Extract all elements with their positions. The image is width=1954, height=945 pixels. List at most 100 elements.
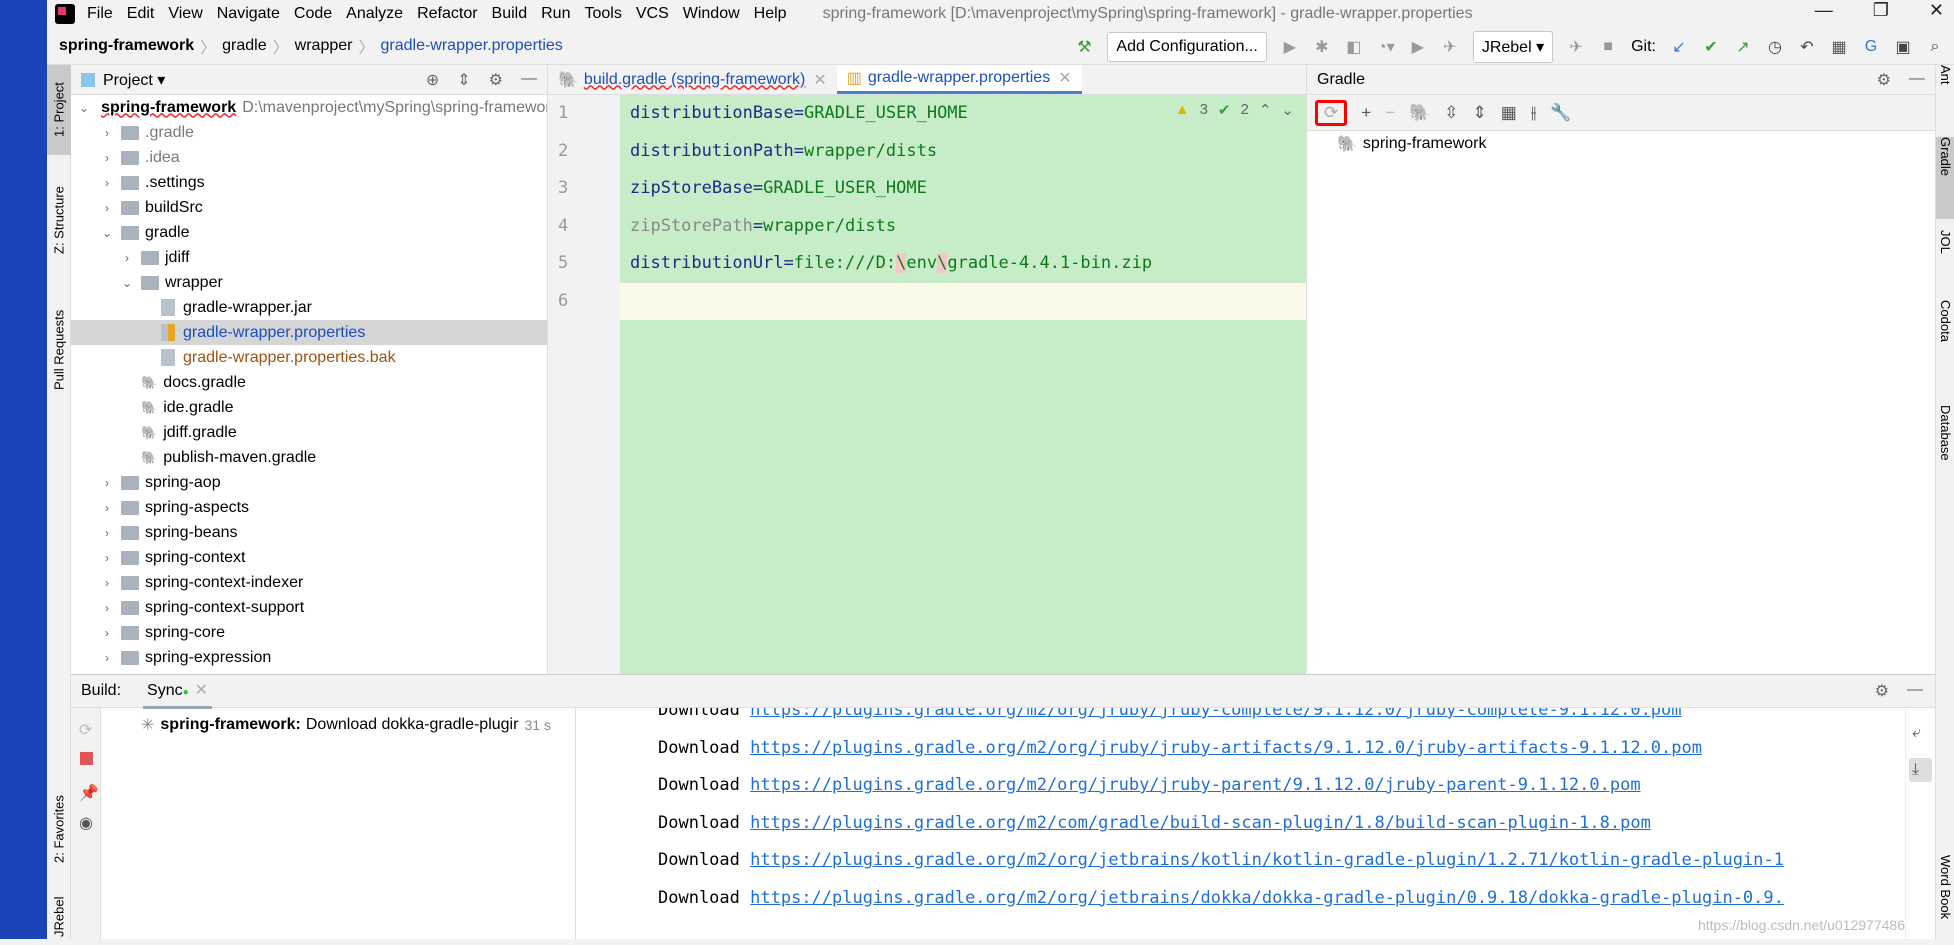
git-commit-icon[interactable]: ✔ [1702,37,1720,57]
menu-refactor[interactable]: Refactor [417,5,477,23]
tree-item[interactable]: › spring-aop [71,470,547,495]
close-window-button[interactable]: ✕ [1929,0,1944,21]
toggle-offline-icon[interactable]: ⫲ [1531,103,1537,123]
tree-item[interactable]: › .idea [71,145,547,170]
inspection-widget[interactable]: ▲ 3 ✔ 2 ⌃ ⌄ [1175,101,1294,119]
soft-wrap-icon[interactable]: ⤶ [1912,724,1929,742]
tool-tab-word-book[interactable]: Word Book [1936,855,1954,945]
download-link[interactable]: https://plugins.gradle.org/m2/org/jruby/… [750,738,1702,758]
jrebel-dropdown[interactable]: JRebel ▾ [1472,31,1554,63]
menu-edit[interactable]: Edit [127,5,155,23]
tab-sync[interactable]: Sync● ✕ [143,674,213,709]
locate-icon[interactable]: ⊕ [426,70,439,90]
pin-icon[interactable]: 📌 [79,783,99,803]
build-hammer-icon[interactable]: ⚒ [1075,37,1093,57]
menu-analyze[interactable]: Analyze [346,5,403,23]
git-update-icon[interactable]: ↙ [1670,37,1688,57]
menu-navigate[interactable]: Navigate [217,5,280,23]
coverage-icon[interactable]: ◧ [1345,37,1363,57]
tree-item[interactable]: 🐘 ide.gradle [71,395,547,420]
menu-run[interactable]: Run [541,5,570,23]
tree-item[interactable]: › .settings [71,170,547,195]
gear-icon[interactable]: ⚙ [489,70,503,90]
download-link[interactable]: https://plugins.gradle.org/m2/org/jruby/… [750,708,1681,720]
gradle-elephant-icon[interactable]: 🐘 [1409,103,1430,123]
collapse-all-icon[interactable]: ⇕ [1473,103,1487,123]
download-link[interactable]: https://plugins.gradle.org/m2/com/gradle… [750,813,1651,833]
tool-tab-jol[interactable]: JOL [1936,230,1954,300]
sync-task-item[interactable]: ✳ spring-framework: Download dokka-gradle… [141,712,551,737]
tree-item[interactable]: › spring-aspects [71,495,547,520]
gradle-project-item[interactable]: 🐘 spring-framework [1307,131,1935,156]
tree-item[interactable]: 🐘 publish-maven.gradle [71,445,547,470]
tree-item[interactable]: › spring-expression [71,645,547,670]
tool-tab-codota[interactable]: Codota [1936,300,1954,400]
code-line[interactable] [620,282,1306,320]
tree-item[interactable]: › spring-beans [71,520,547,545]
tab-build-gradle[interactable]: 🐘 build.gradle (spring-framework) ✕ [548,65,837,94]
tree-item[interactable]: 🐘 docs.gradle [71,370,547,395]
hide-icon[interactable]: — [1907,681,1923,701]
tool-tab-favorites[interactable]: 2: Favorites [47,774,71,884]
breadcrumb-file[interactable]: gradle-wrapper.properties [380,37,562,55]
collapse-all-icon[interactable]: ⇕ [457,70,470,90]
jrebel-run-icon[interactable]: ▶ [1409,37,1427,57]
debug-icon[interactable]: ✱ [1313,37,1331,57]
group-modules-icon[interactable]: ▦ [1501,103,1517,123]
menu-tools[interactable]: Tools [584,5,621,23]
search-icon[interactable]: ⌕ [1926,38,1944,56]
stop-icon[interactable]: ■ [1599,38,1617,56]
tree-item[interactable]: gradle-wrapper.jar [71,295,547,320]
tree-item[interactable]: › spring-context-indexer [71,570,547,595]
tree-item[interactable]: ⌄ gradle [71,220,547,245]
tree-item[interactable]: › buildSrc [71,195,547,220]
wrench-icon[interactable]: 🔧 [1550,103,1571,123]
rerun-icon[interactable]: ⟳ [79,720,92,740]
tree-root[interactable]: ⌄ spring-framework D:\mavenproject\mySpr… [71,95,547,120]
reload-gradle-icon[interactable]: ⟳ [1315,99,1348,126]
tree-item[interactable]: gradle-wrapper.properties [71,320,547,345]
menu-build[interactable]: Build [492,5,528,23]
minimize-button[interactable]: — [1815,0,1833,21]
hide-icon[interactable]: — [521,70,537,90]
breadcrumb-wrapper[interactable]: wrapper [295,37,353,55]
tool-tab-pull-requests[interactable]: Pull Requests [47,295,71,405]
remove-icon[interactable]: − [1385,103,1395,123]
breadcrumb-project[interactable]: spring-framework [59,37,194,55]
tool-tab-structure[interactable]: Z: Structure [47,175,71,265]
translate-icon[interactable]: G [1862,38,1880,56]
add-configuration-button[interactable]: Add Configuration... [1107,32,1267,62]
jrebel-debug-icon[interactable]: ✈ [1441,37,1459,57]
gear-icon[interactable]: ⚙ [1875,681,1889,701]
menu-vcs[interactable]: VCS [636,5,669,23]
tool-tab-project[interactable]: 1: Project [47,65,71,155]
menu-file[interactable]: File [87,5,113,23]
code-line[interactable]: distributionUrl=file:///D:\env\gradle-4.… [620,245,1306,283]
project-view-dropdown[interactable]: Project ▾ [103,70,165,90]
tree-item[interactable]: › spring-context [71,545,547,570]
code-area[interactable]: distributionBase=GRADLE_USER_HOME distrib… [620,95,1306,320]
tree-item[interactable]: › jdiff [71,245,547,270]
restore-button[interactable]: ❐ [1873,0,1889,21]
tree-item[interactable]: ⌄ wrapper [71,270,547,295]
profile-icon[interactable]: ◔▾ [1377,37,1395,57]
git-push-icon[interactable]: ↗ [1734,37,1752,57]
breadcrumb-gradle[interactable]: gradle [222,37,266,55]
presentation-icon[interactable]: ▣ [1894,37,1912,57]
menu-help[interactable]: Help [754,5,787,23]
rocket-icon[interactable]: ✈ [1567,37,1585,57]
gear-icon[interactable]: ⚙ [1877,70,1891,90]
stop-icon[interactable] [80,752,93,765]
download-link[interactable]: https://plugins.gradle.org/m2/org/jetbra… [750,850,1784,870]
tab-gradle-wrapper-properties[interactable]: ▥ gradle-wrapper.properties ✕ [836,65,1082,94]
tree-item[interactable]: › spring-core [71,620,547,645]
eye-icon[interactable]: ◉ [79,813,93,833]
project-structure-icon[interactable]: ▦ [1830,37,1848,57]
tree-item[interactable]: gradle-wrapper.properties.bak [71,345,547,370]
tool-tab-jrebel[interactable]: JRebel [47,894,71,939]
tree-item[interactable]: › .gradle [71,120,547,145]
rollback-icon[interactable]: ↶ [1798,37,1816,57]
code-line[interactable]: distributionPath=wrapper/dists [620,133,1306,171]
code-line[interactable]: zipStoreBase=GRADLE_USER_HOME [620,170,1306,208]
history-icon[interactable]: ◷ [1766,37,1784,57]
